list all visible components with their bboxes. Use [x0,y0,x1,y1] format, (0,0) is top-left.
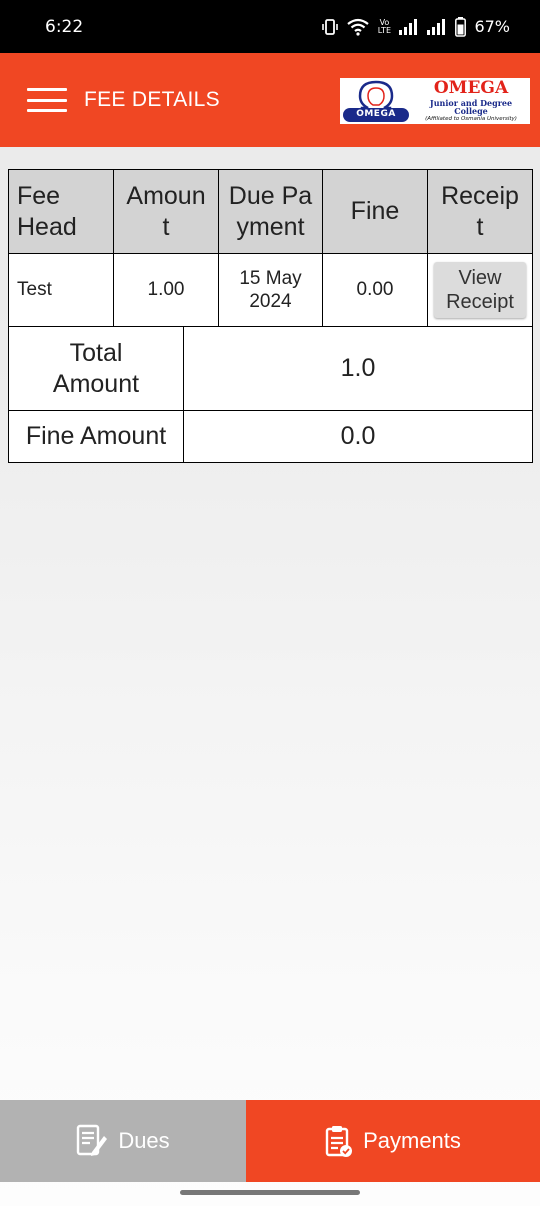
fine-amount-value: 0.0 [183,410,533,463]
logo-affiliation: (Affiliated to Osmania University) [425,115,517,122]
fee-table-header: Fee Head Amoun t Due Pa yment Fine Receip t [8,169,533,254]
tab-dues-label: Dues [118,1128,170,1153]
cell-receipt: View Receipt [427,253,533,327]
cell-fine: 0.00 [322,253,428,327]
fee-table: Fee Head Amoun t Due Pa yment Fine Receip t … [8,169,533,327]
cell-amount: 1.00 [113,253,219,327]
signal-icon [399,18,418,35]
status-icons: Vo LTE 67% [321,16,510,37]
table-row: Test 1.00 15 May 2024 0.00 View Receipt [8,253,533,327]
volte-label: Vo LTE [377,17,392,35]
bottom-nav: Dues Payments [0,1100,540,1182]
college-logo: OMEGA Junior and Degree College (Affilia… [340,78,530,124]
clipboard-check-icon [325,1126,353,1157]
fine-amount-label: Fine Amount [8,410,184,463]
cell-fee-head: Test [8,253,114,327]
home-indicator[interactable] [180,1190,360,1195]
cell-due-date: 15 May 2024 [218,253,323,327]
edit-document-icon [77,1124,108,1156]
total-amount-value: 1.0 [183,326,533,411]
wifi-icon [347,18,370,36]
vibrate-icon [322,18,339,35]
status-time: 6:22 [45,16,84,37]
logo-emblem-text: OMEGA [356,109,396,119]
status-bar: 6:22 Vo LTE 67% [0,0,540,53]
header-due-payment: Due Pa yment [218,169,323,254]
tab-payments-label: Payments [363,1128,461,1153]
summary-table: Total Amount 1.0 Fine Amount 0.0 [8,326,533,463]
logo-name: OMEGA [433,77,509,98]
battery-icon [455,16,467,37]
total-amount-row: Total Amount 1.0 [8,326,533,411]
page-title: FEE DETAILS [84,88,220,111]
fine-amount-row: Fine Amount 0.0 [8,410,533,463]
header-amount: Amoun t [113,169,219,254]
signal-icon-2 [427,18,446,35]
view-receipt-button[interactable]: View Receipt [434,262,526,318]
logo-subtitle: Junior and Degree College [429,97,513,116]
app-bar: FEE DETAILS OMEGA Junior and Degree Coll… [0,53,540,147]
tab-payments[interactable]: Payments [246,1100,540,1182]
total-amount-label: Total Amount [8,326,184,411]
menu-icon[interactable] [27,88,67,112]
tab-dues[interactable]: Dues [0,1100,246,1182]
header-fine: Fine [322,169,428,254]
battery-percent: 67% [474,17,510,36]
header-receipt: Receip t [427,169,533,254]
header-fee-head: Fee Head [8,169,114,254]
